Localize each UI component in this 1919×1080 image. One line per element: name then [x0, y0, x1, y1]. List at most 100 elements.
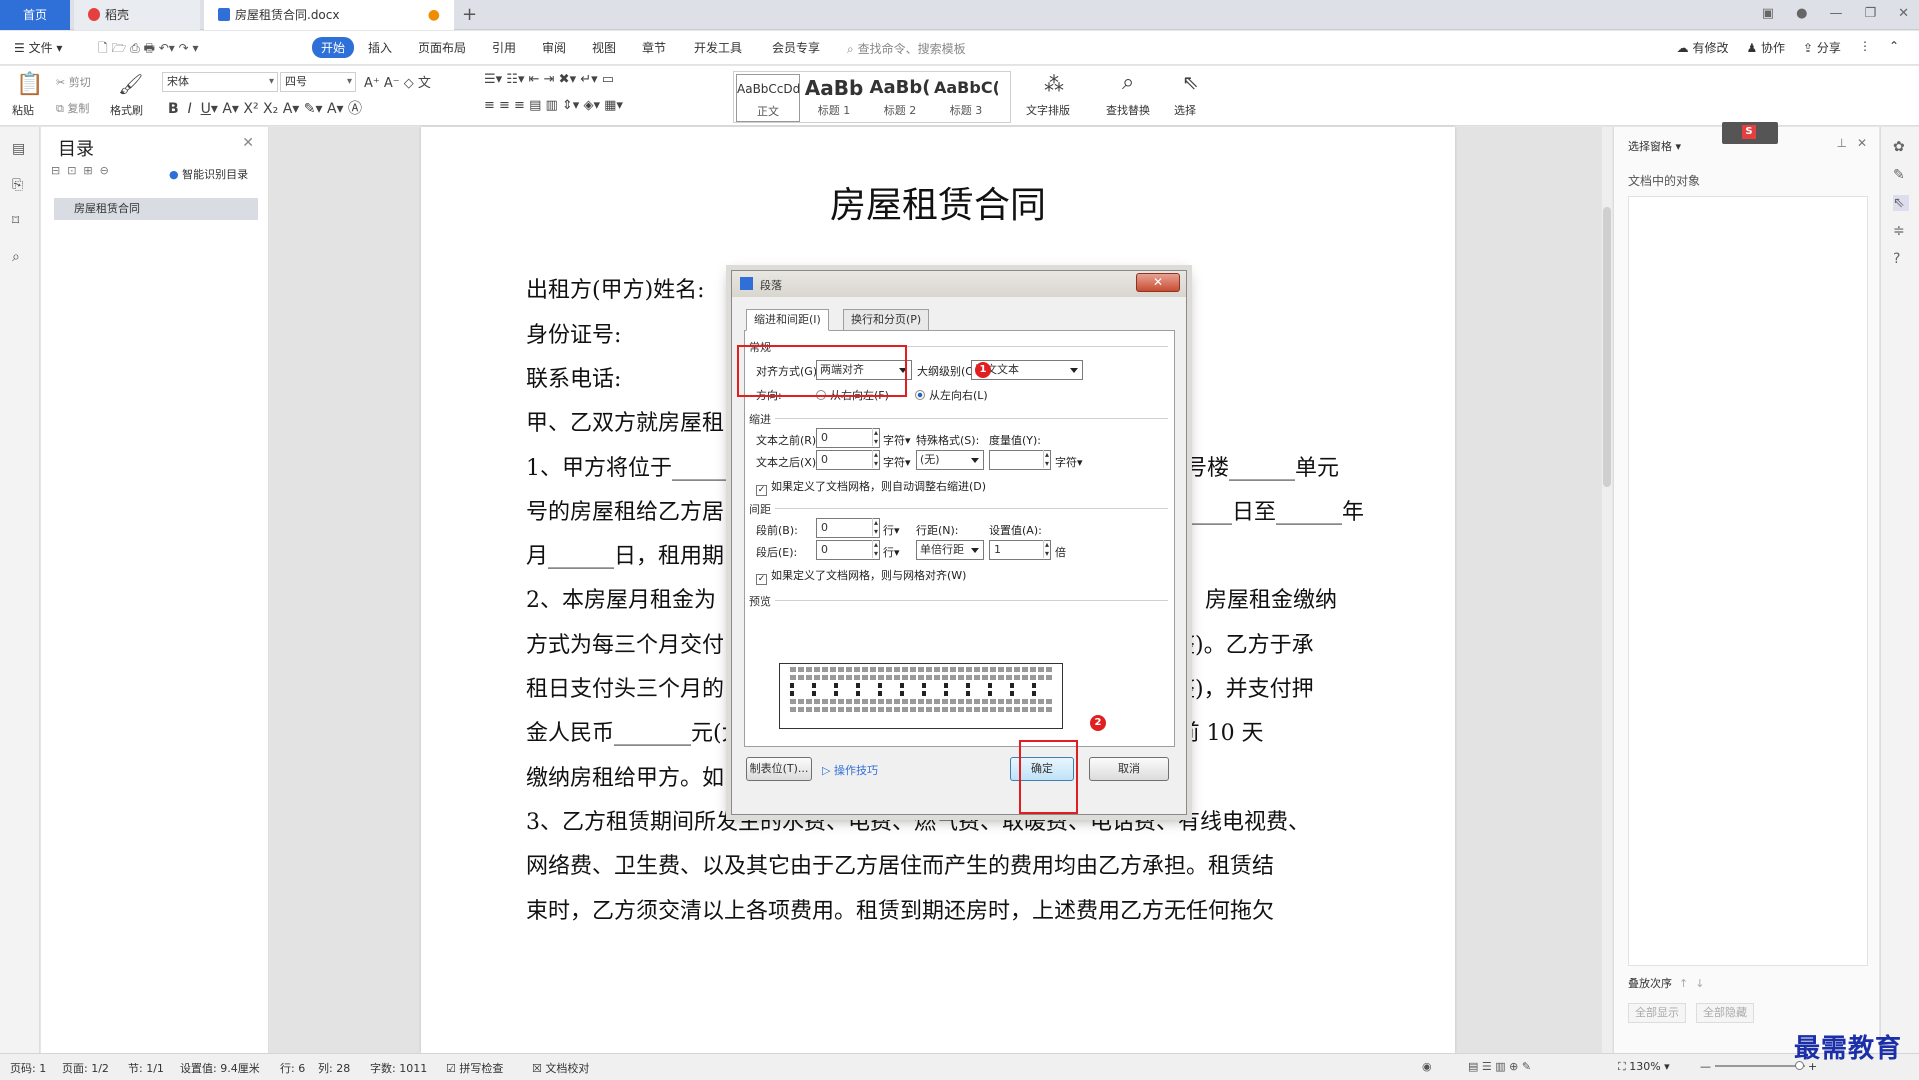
more-icon[interactable]: ⋮: [1859, 39, 1871, 56]
tab-document[interactable]: 房屋租赁合同.docx ●: [204, 0, 454, 30]
share-button[interactable]: ⇪ 分享: [1803, 39, 1841, 56]
tab-indent-spacing[interactable]: 缩进和间距(I): [746, 309, 829, 331]
style-icon[interactable]: ✿: [1893, 139, 1909, 155]
unit-select[interactable]: 行▾: [883, 544, 900, 560]
status-row[interactable]: 行: 6: [280, 1060, 305, 1076]
format-painter-button[interactable]: 格式刷: [110, 102, 143, 118]
text-layout-icon[interactable]: ⁂: [1044, 72, 1064, 96]
find-replace-icon[interactable]: ⌕: [1122, 70, 1134, 95]
vertical-scrollbar[interactable]: [1602, 127, 1612, 1053]
menu-member[interactable]: 会员专享: [772, 39, 820, 56]
menu-section[interactable]: 章节: [642, 39, 666, 56]
status-pages[interactable]: 页面: 1/2: [62, 1060, 109, 1076]
navigation-icon[interactable]: ⎘: [12, 177, 28, 193]
menu-developer[interactable]: 开发工具: [694, 39, 742, 56]
cancel-button[interactable]: 取消: [1089, 757, 1169, 781]
status-words[interactable]: 字数: 1011: [370, 1060, 427, 1076]
text-layout-button[interactable]: 文字排版: [1026, 102, 1070, 118]
object-list[interactable]: [1628, 196, 1868, 966]
dialog-titlebar[interactable]: 段落 ✕: [732, 271, 1186, 297]
close-button[interactable]: ✕: [1136, 273, 1180, 292]
tabs-button[interactable]: 制表位(T)...: [746, 757, 812, 781]
paste-icon[interactable]: 📋: [16, 72, 43, 97]
minimize-icon[interactable]: —: [1829, 6, 1842, 21]
after-text-input[interactable]: 0: [816, 450, 880, 470]
help-icon[interactable]: ?: [1893, 251, 1909, 267]
modified-button[interactable]: ☁ 有修改: [1677, 39, 1729, 56]
unit-select[interactable]: 字符▾: [883, 454, 911, 470]
search-icon[interactable]: ⌕: [12, 249, 28, 265]
zoom-level[interactable]: ⛶ 130% ▾: [1618, 1060, 1670, 1074]
proofread-button[interactable]: ☒ 文档校对: [532, 1060, 589, 1076]
protect-eye-icon[interactable]: ◉: [1422, 1060, 1432, 1073]
smart-toc-button[interactable]: ● 智能识别目录: [169, 166, 248, 182]
font-style-icons[interactable]: B I U▾ A▾ X² X₂ A▾ ✎▾ A▾ Ⓐ: [168, 98, 362, 118]
measure-input[interactable]: [989, 450, 1051, 470]
avatar[interactable]: ●: [1796, 6, 1807, 21]
grid-align-checkbox[interactable]: ✓ 如果定义了文档网格，则与网格对齐(W): [756, 567, 966, 585]
unit-select[interactable]: 字符▾: [883, 432, 911, 448]
scrollbar-thumb[interactable]: [1603, 207, 1611, 487]
edit-icon[interactable]: ✎: [1893, 167, 1909, 183]
special-format-select[interactable]: (无): [916, 450, 984, 470]
copy-button[interactable]: ⧉ 复制: [56, 100, 89, 116]
before-text-input[interactable]: 0: [816, 428, 880, 448]
menu-review[interactable]: 审阅: [542, 39, 566, 56]
toc-icon[interactable]: ▤: [12, 141, 28, 157]
select-button[interactable]: 选择: [1174, 102, 1196, 118]
format-painter-icon[interactable]: 🖌: [118, 72, 143, 96]
view-mode-icons[interactable]: ▤ ☰ ▥ ⊕ ✎: [1468, 1060, 1531, 1073]
pin-icon[interactable]: ⊥: [1837, 136, 1847, 150]
space-after-input[interactable]: 0: [816, 540, 880, 560]
tab-line-page-break[interactable]: 换行和分页(P): [843, 309, 930, 331]
collab-button[interactable]: ♟ 协作: [1746, 39, 1785, 56]
unit-select[interactable]: 行▾: [883, 522, 900, 538]
cut-button[interactable]: ✂ 剪切: [56, 74, 91, 90]
quick-access-icons[interactable]: 🗋 🗁 ⎙ 🖶 ↶▾ ↷ ▾: [98, 39, 199, 60]
layout-icon[interactable]: ▣: [1762, 6, 1774, 21]
tips-link[interactable]: ▷ 操作技巧: [822, 762, 878, 778]
collapse-ribbon-icon[interactable]: ⌃: [1889, 39, 1899, 56]
settings-sliders-icon[interactable]: ≑: [1893, 223, 1909, 239]
bookmark-icon[interactable]: ⌑: [12, 213, 28, 229]
menu-start[interactable]: 开始: [312, 37, 355, 58]
grid-indent-checkbox[interactable]: ✓ 如果定义了文档网格，则自动调整右缩进(D): [756, 478, 986, 496]
tab-docer[interactable]: 稻壳: [74, 0, 200, 30]
menu-layout[interactable]: 页面布局: [418, 39, 466, 56]
list-icons[interactable]: ☰▾ ☷▾ ⇤ ⇥ ✖▾ ↵▾ ▭: [484, 72, 614, 87]
command-search[interactable]: ⌕ 查找命令、搜索模板: [847, 40, 966, 57]
menu-insert[interactable]: 插入: [368, 39, 392, 56]
set-value-input[interactable]: 1: [989, 540, 1051, 560]
close-icon[interactable]: ✕: [242, 135, 254, 151]
font-size-select[interactable]: 四号: [280, 72, 356, 92]
paste-button[interactable]: 粘贴: [12, 102, 34, 118]
menu-view[interactable]: 视图: [592, 39, 616, 56]
selection-pane-title[interactable]: 选择窗格 ▾: [1628, 138, 1681, 154]
tab-home[interactable]: 首页: [0, 0, 70, 30]
select-icon[interactable]: ⇖: [1182, 70, 1199, 94]
style-normal[interactable]: AaBbCcDd 正文: [736, 74, 800, 122]
style-h3[interactable]: AaBbC(标题 3: [934, 74, 998, 122]
style-h1[interactable]: AaBb 标题 1: [802, 74, 866, 122]
close-icon[interactable]: ✕: [1857, 136, 1867, 150]
move-up-icon[interactable]: ↑: [1679, 977, 1688, 990]
select-pointer-icon[interactable]: ⇖: [1893, 195, 1909, 211]
close-icon[interactable]: ✕: [1898, 6, 1909, 21]
style-h2[interactable]: AaBb(标题 2: [868, 74, 932, 122]
find-replace-button[interactable]: 查找替换: [1106, 102, 1150, 118]
grow-shrink-font-icons[interactable]: A⁺ A⁻ ◇ 文: [364, 72, 431, 91]
toc-item[interactable]: 房屋租赁合同: [54, 198, 258, 220]
toc-tools-icons[interactable]: ⊟ ⊡ ⊞ ⊖: [51, 164, 109, 177]
spell-check-button[interactable]: ☑ 拼写检查: [446, 1060, 503, 1076]
hide-all-button[interactable]: 全部隐藏: [1696, 1003, 1754, 1023]
file-menu[interactable]: ☰ 文件 ▾: [14, 39, 62, 56]
status-col[interactable]: 列: 28: [318, 1060, 350, 1076]
show-all-button[interactable]: 全部显示: [1628, 1003, 1686, 1023]
paragraph-align-icons[interactable]: ≡ ≡ ≡ ▤ ▥ ⇕▾ ◈▾ ▦▾: [484, 98, 623, 113]
status-page[interactable]: 页码: 1: [10, 1060, 46, 1076]
new-tab-button[interactable]: +: [462, 4, 477, 25]
menu-reference[interactable]: 引用: [492, 39, 516, 56]
status-setting[interactable]: 设置值: 9.4厘米: [180, 1060, 260, 1076]
restore-icon[interactable]: ❐: [1864, 6, 1876, 21]
radio-ltr[interactable]: 从左向右(L): [915, 387, 988, 403]
